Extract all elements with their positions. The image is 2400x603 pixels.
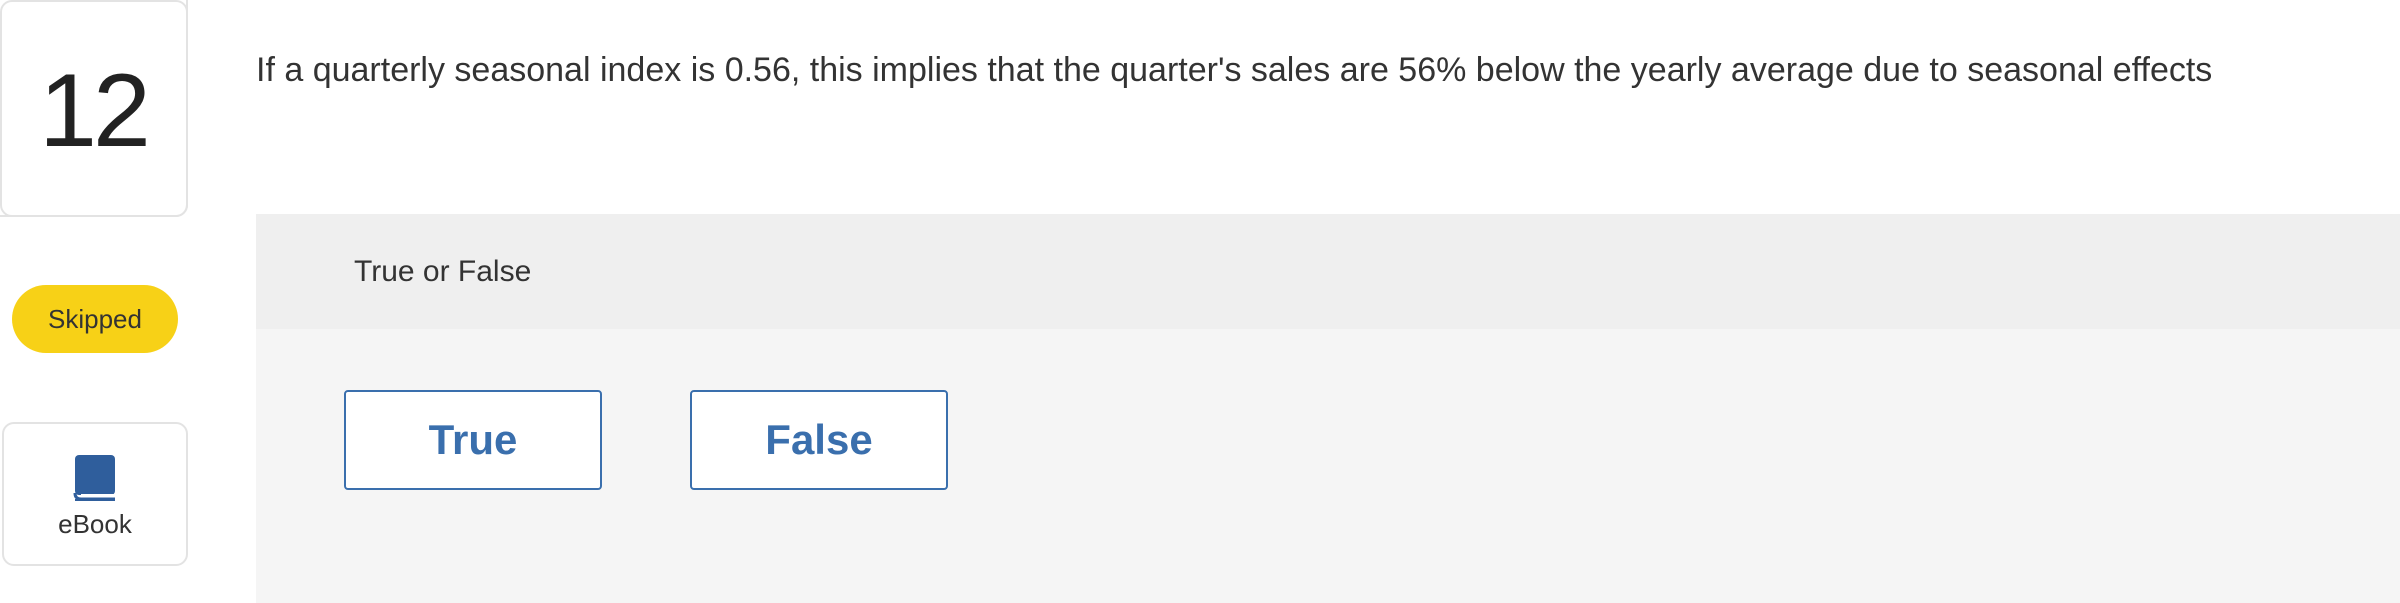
ebook-button[interactable]: eBook (2, 422, 188, 566)
question-number: 12 (39, 52, 151, 169)
status-badge: Skipped (12, 285, 178, 353)
true-button[interactable]: True (344, 390, 602, 490)
book-icon (73, 454, 115, 501)
false-button[interactable]: False (690, 390, 948, 490)
ebook-label: eBook (58, 508, 132, 539)
answer-type-label: True or False (354, 254, 532, 288)
question-number-card: 12 (0, 0, 188, 217)
answer-header: True or False (256, 214, 2400, 329)
question-page: 12 Skipped eBook If a quarterly seasonal… (0, 0, 2400, 603)
answer-panel: True or False True False (256, 214, 2400, 603)
answer-choices: True False (344, 390, 948, 490)
question-text: If a quarterly seasonal index is 0.56, t… (256, 51, 2213, 89)
